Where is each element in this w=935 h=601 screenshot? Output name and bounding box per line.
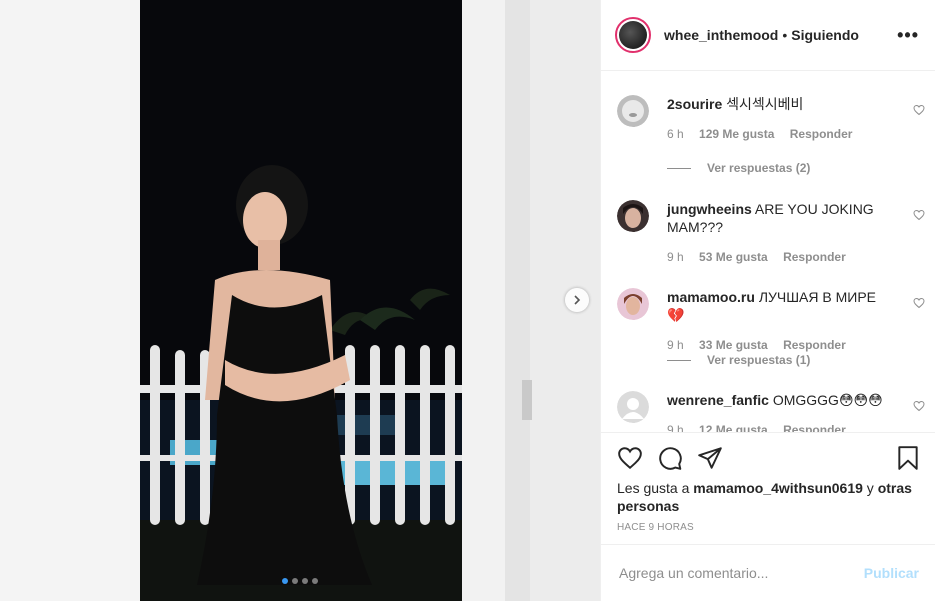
view-replies-button[interactable]: Ver respuestas (2): [667, 161, 810, 175]
reply-button[interactable]: Responder: [790, 127, 853, 141]
likes-username[interactable]: mamamoo_4withsun0619: [693, 480, 863, 496]
reply-button[interactable]: Responder: [783, 423, 846, 432]
comment-time[interactable]: 9 h: [667, 423, 684, 432]
carousel-dot: [312, 578, 318, 584]
comment-likes[interactable]: 129 Me gusta: [699, 127, 774, 141]
photo-image: [0, 0, 600, 601]
post-actions: Les gusta a mamamoo_4withsun0619 y otras…: [601, 432, 935, 544]
view-replies-button[interactable]: Ver respuestas (1): [667, 353, 810, 367]
commenter-avatar[interactable]: [617, 288, 649, 320]
post-side-panel: whee_inthemood • Siguiendo ••• 2sourire …: [600, 0, 935, 601]
comment-username[interactable]: jungwheeins: [667, 201, 752, 217]
author-avatar[interactable]: [615, 17, 651, 53]
comment-username[interactable]: mamamoo.ru: [667, 289, 755, 305]
likes-joiner: y: [866, 480, 874, 496]
comment-time[interactable]: 9 h: [667, 338, 684, 352]
carousel-dot: [292, 578, 298, 584]
post-header: whee_inthemood • Siguiendo •••: [601, 0, 935, 71]
carousel-dot: [302, 578, 308, 584]
comment-likes[interactable]: 12 Me gusta: [699, 423, 768, 432]
comment-likes[interactable]: 33 Me gusta: [699, 338, 768, 352]
view-replies-label: Ver respuestas (1): [707, 353, 811, 367]
commenter-avatar[interactable]: [617, 200, 649, 232]
carousel-dot: [282, 578, 288, 584]
commenter-avatar[interactable]: [617, 95, 649, 127]
comment-likes[interactable]: 53 Me gusta: [699, 250, 768, 264]
comment-input[interactable]: [617, 564, 864, 582]
comment-icon[interactable]: [657, 445, 683, 476]
carousel-next-button[interactable]: [565, 288, 589, 312]
share-icon[interactable]: [697, 445, 723, 476]
author-username[interactable]: whee_inthemood: [664, 27, 778, 43]
chevron-right-icon: [574, 295, 581, 305]
comment-like-heart-icon[interactable]: [913, 399, 925, 417]
post-timestamp[interactable]: HACE 9 HORAS: [617, 522, 694, 533]
comment-time[interactable]: 6 h: [667, 127, 684, 141]
comment-username[interactable]: wenrene_fanfic: [667, 392, 769, 408]
heart-icon[interactable]: [617, 445, 643, 476]
comment-like-heart-icon[interactable]: [913, 208, 925, 226]
comment-text: OMGGGG😳😳😳: [772, 392, 883, 408]
comments-list: 2sourire 섹시섹시베비 6 h 129 Me gusta Respond…: [601, 72, 935, 432]
publish-button[interactable]: Publicar: [864, 565, 919, 581]
comment-text: 섹시섹시베비: [726, 96, 804, 112]
carousel-dots: [282, 578, 318, 584]
post-photo[interactable]: [0, 0, 600, 601]
commenter-avatar[interactable]: [617, 391, 649, 423]
add-comment-bar: Publicar: [601, 544, 935, 601]
view-replies-label: Ver respuestas (2): [707, 161, 811, 175]
comment-like-heart-icon[interactable]: [913, 103, 925, 121]
comment-like-heart-icon[interactable]: [913, 296, 925, 314]
comment-username[interactable]: 2sourire: [667, 96, 722, 112]
comment-time[interactable]: 9 h: [667, 250, 684, 264]
likes-prefix: Les gusta a: [617, 480, 690, 496]
likes-summary: Les gusta a mamamoo_4withsun0619 y otras…: [617, 479, 917, 515]
more-options-icon[interactable]: •••: [897, 25, 919, 46]
follow-status-button[interactable]: Siguiendo: [791, 27, 859, 43]
reply-button[interactable]: Responder: [783, 338, 846, 352]
reply-button[interactable]: Responder: [783, 250, 846, 264]
header-separator: •: [782, 27, 788, 43]
bookmark-icon[interactable]: [895, 445, 921, 476]
